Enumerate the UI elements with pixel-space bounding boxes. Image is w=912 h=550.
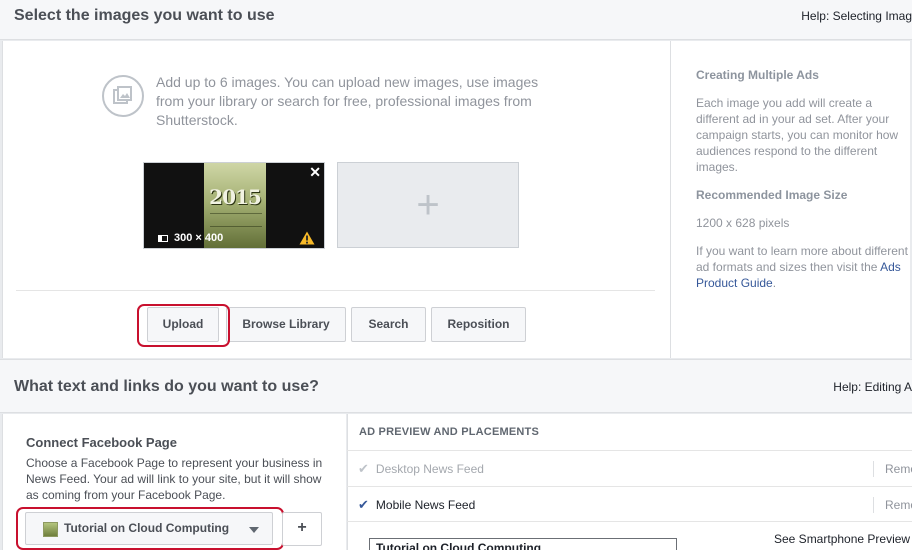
image-size-icon (158, 234, 168, 242)
sidebar-heading-multiple-ads: Creating Multiple Ads (696, 68, 819, 82)
connect-page-description: Choose a Facebook Page to represent your… (26, 456, 323, 502)
warning-icon[interactable] (299, 231, 315, 245)
thumbnail-fine-print (210, 213, 262, 227)
sidebar-product-guide-text: If you want to learn more about differen… (696, 243, 912, 291)
sidebar-image-size-value: 1200 x 628 pixels (696, 216, 790, 230)
reposition-button[interactable]: Reposition (431, 307, 526, 342)
image-thumbnail[interactable]: 2015 ✕ 300 × 400 (143, 162, 325, 249)
thumbnail-year-text: 2015 (209, 185, 262, 209)
divider (347, 521, 912, 522)
sidebar-product-guide-suffix: . (772, 276, 777, 290)
smartphone-preview-link[interactable]: See Smartphone Preview (774, 532, 910, 546)
placement-label: Mobile News Feed (375, 498, 476, 512)
ad-preview-title: AD PREVIEW AND PLACEMENTS (359, 426, 539, 438)
text-section-header: What text and links do you want to use? … (0, 359, 912, 413)
checkmark-icon: ✔ (358, 497, 369, 512)
help-link-editing[interactable]: Help: Editing A (833, 380, 912, 394)
upload-highlight-ring (137, 304, 230, 347)
page-select-highlight-ring (16, 507, 284, 550)
image-library-icon (102, 75, 144, 117)
sidebar-product-guide-prefix: If you want to learn more about differen… (696, 244, 908, 274)
images-intro-text: Add up to 6 images. You can upload new i… (156, 74, 539, 128)
ad-preview-card: Tutorial on Cloud Computing (369, 538, 677, 550)
text-section-title: What text and links do you want to use? (14, 378, 319, 395)
browse-library-button[interactable]: Browse Library (226, 307, 346, 342)
thumbnail-dimensions-label: 300 × 400 (174, 232, 224, 244)
placement-mobile-news-feed[interactable]: ✔ Mobile News Feed (358, 497, 475, 513)
divider (347, 486, 912, 487)
images-section-title: Select the images you want to use (14, 7, 275, 24)
ad-preview-page-name: Tutorial on Cloud Computing (376, 541, 542, 550)
checkmark-icon: ✔ (358, 461, 369, 476)
sidebar-heading-image-size: Recommended Image Size (696, 188, 848, 202)
sidebar-multiple-ads-text: Each image you add will create a differe… (696, 96, 899, 174)
connect-page-title: Connect Facebook Page (26, 435, 177, 450)
add-image-slot[interactable]: + (337, 162, 519, 248)
placement-desktop-news-feed[interactable]: ✔ Desktop News Feed (358, 461, 484, 477)
placement-label: Desktop News Feed (375, 462, 484, 476)
divider (16, 290, 655, 291)
images-section-header: Select the images you want to use Help: … (0, 0, 912, 40)
thumbnail-dimensions: 300 × 400 (158, 232, 223, 244)
search-images-button[interactable]: Search (351, 307, 426, 342)
plus-icon: + (416, 183, 440, 227)
remove-placement-link[interactable]: Remo (873, 497, 912, 513)
remove-placement-link[interactable]: Remo (873, 461, 912, 477)
add-page-button[interactable]: + (282, 512, 322, 546)
images-panel-divider (670, 41, 671, 358)
close-icon[interactable]: ✕ (309, 164, 321, 181)
help-link-images[interactable]: Help: Selecting Imag (801, 9, 912, 23)
divider (347, 450, 912, 451)
